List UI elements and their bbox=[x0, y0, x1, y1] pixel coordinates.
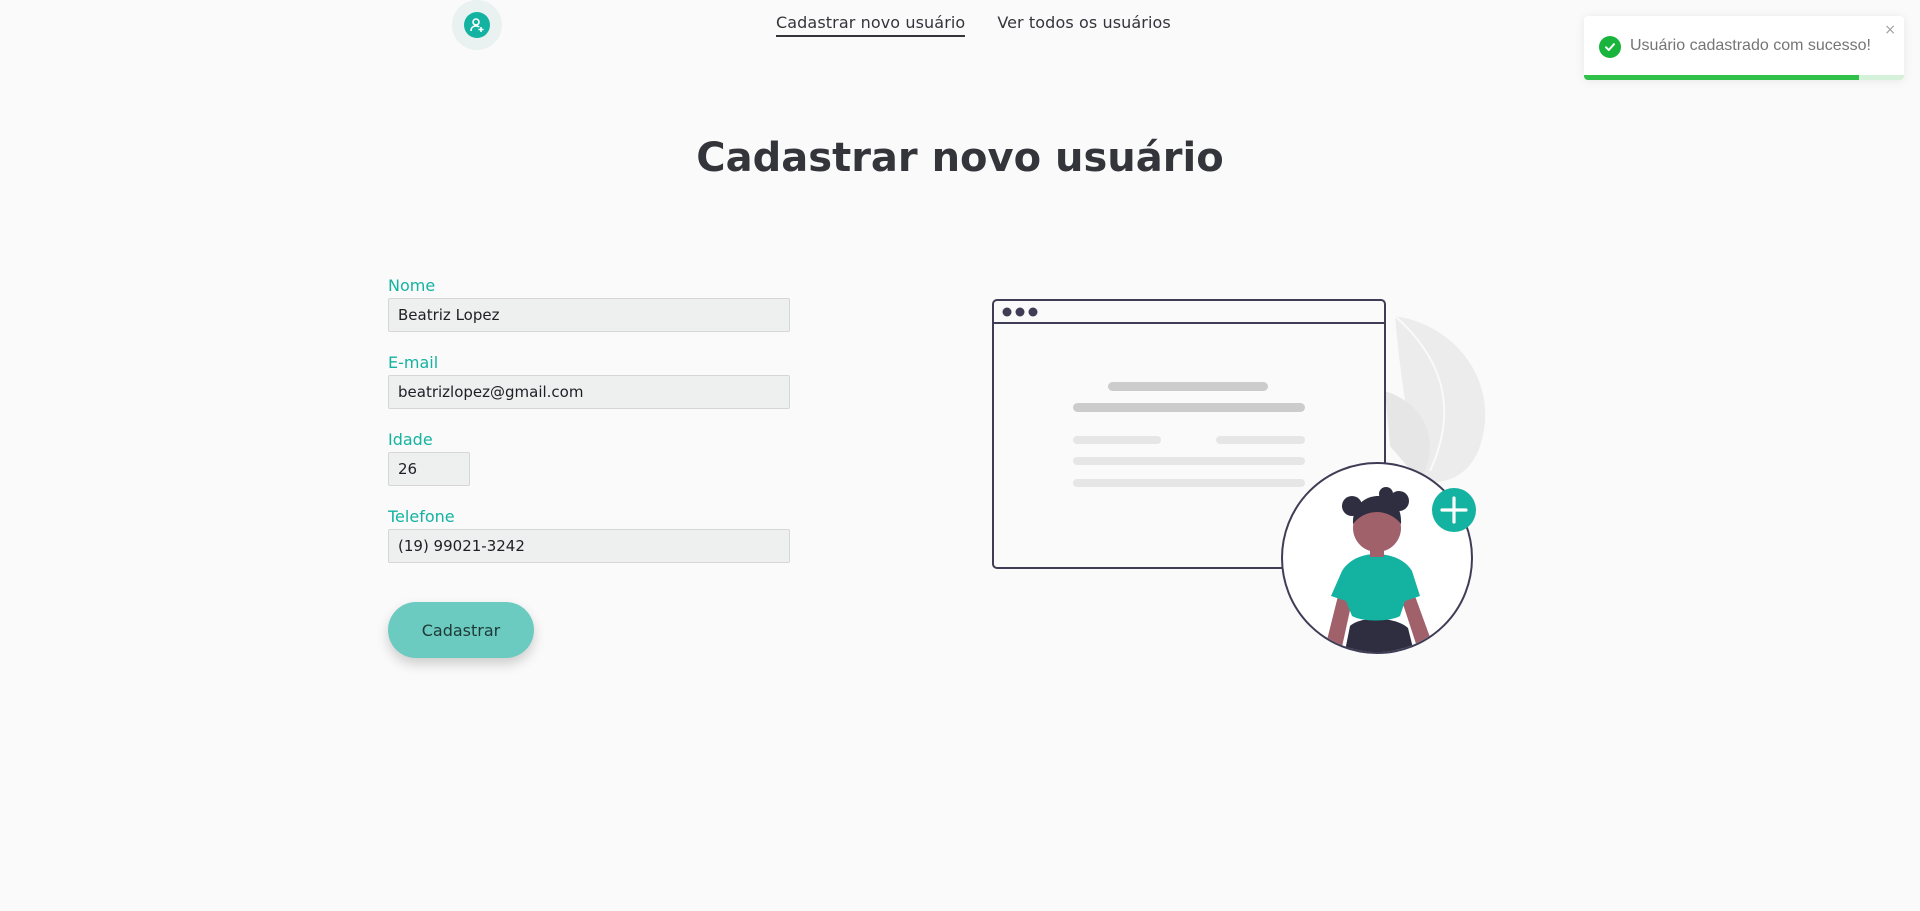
nav-link-ver-todos[interactable]: Ver todos os usuários bbox=[997, 13, 1171, 37]
email-input[interactable] bbox=[388, 375, 790, 409]
toast-progress-bar bbox=[1584, 75, 1860, 80]
field-telefone: Telefone bbox=[388, 505, 792, 563]
label-email: E-mail bbox=[388, 353, 439, 372]
field-nome: Nome bbox=[388, 274, 792, 332]
add-user-illustration bbox=[992, 299, 1486, 654]
close-icon[interactable]: × bbox=[1884, 20, 1896, 40]
label-nome: Nome bbox=[388, 276, 436, 295]
main-nav: Cadastrar novo usuário Ver todos os usuá… bbox=[776, 13, 1171, 37]
field-email: E-mail bbox=[388, 351, 792, 409]
label-telefone: Telefone bbox=[388, 507, 455, 526]
leaf-decoration bbox=[1385, 315, 1486, 483]
idade-input[interactable] bbox=[388, 452, 470, 486]
check-circle-icon bbox=[1599, 36, 1621, 58]
success-toast[interactable]: Usuário cadastrado com sucesso! × bbox=[1584, 16, 1904, 80]
field-idade: Idade bbox=[388, 428, 792, 486]
user-add-icon bbox=[464, 12, 490, 38]
plus-icon bbox=[1432, 488, 1476, 532]
toast-message: Usuário cadastrado com sucesso! bbox=[1630, 37, 1871, 54]
telefone-input[interactable] bbox=[388, 529, 790, 563]
label-idade: Idade bbox=[388, 430, 433, 449]
page-title: Cadastrar novo usuário bbox=[696, 135, 1224, 181]
logo[interactable] bbox=[452, 0, 502, 50]
cadastrar-button[interactable]: Cadastrar bbox=[388, 602, 534, 658]
nome-input[interactable] bbox=[388, 298, 790, 332]
nav-link-cadastrar[interactable]: Cadastrar novo usuário bbox=[776, 13, 966, 37]
register-form: Nome E-mail Idade Telefone Cadastrar bbox=[388, 274, 792, 658]
